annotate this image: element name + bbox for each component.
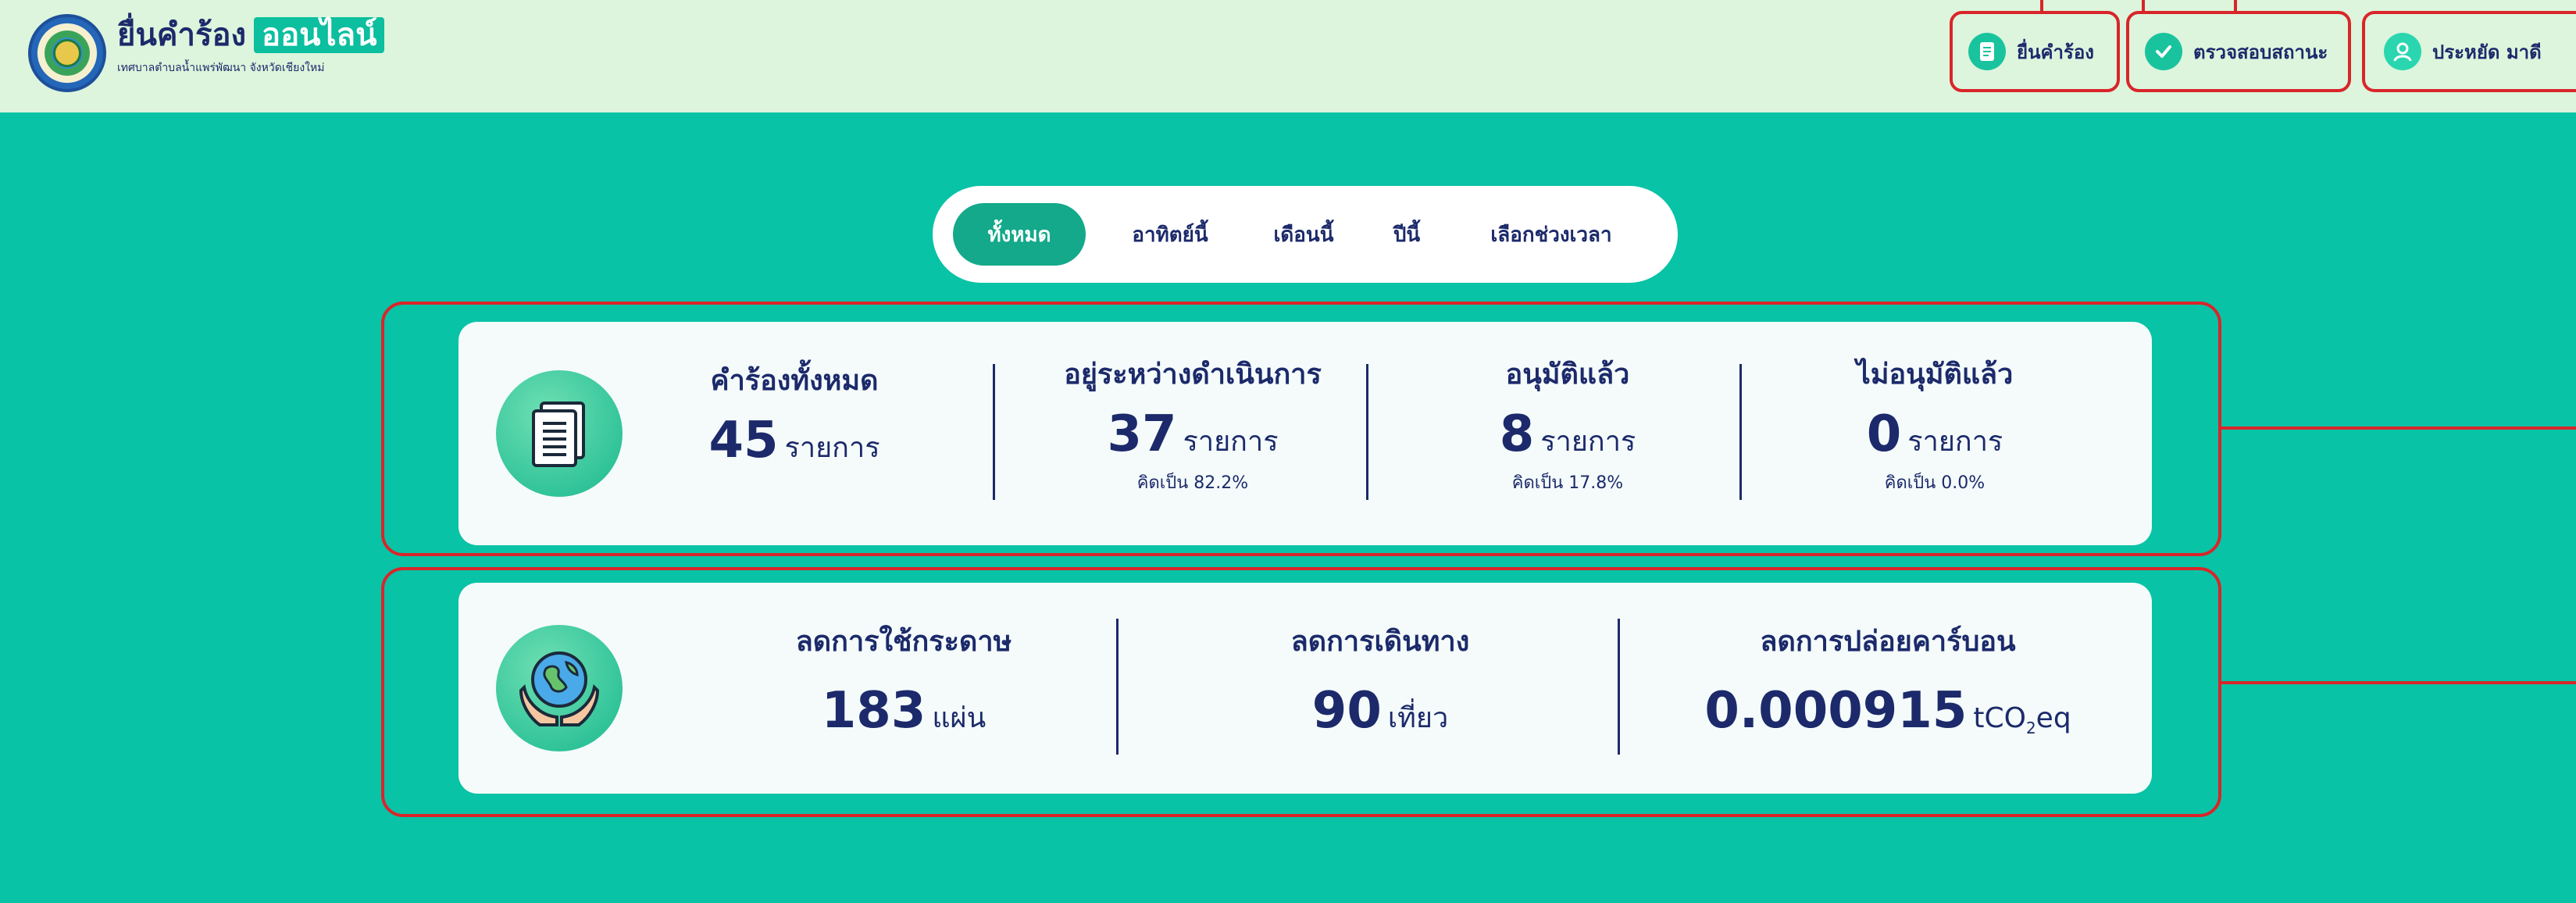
stat-divider <box>1366 364 1368 500</box>
stat-value: 8 <box>1499 405 1535 463</box>
stat-label: อนุมัติแล้ว <box>1505 359 1630 391</box>
stat-paper-reduction: ลดการใช้กระดาษ 183 แผ่น <box>724 623 1083 750</box>
stat-approved: อนุมัติแล้ว 8 รายการ คิดเป็น 17.8% <box>1411 356 1724 494</box>
stat-unit: แผ่น <box>932 702 987 734</box>
stat-divider <box>1116 619 1119 755</box>
environment-impact-card: ลดการใช้กระดาษ 183 แผ่น ลดการเดินทาง 90 เท… <box>458 583 2152 794</box>
stat-unit: รายการ <box>1183 426 1279 458</box>
annotation-connector <box>2221 427 2576 430</box>
annotation-connector <box>2142 0 2145 12</box>
stat-not-approved: ไม่อนุมัติแล้ว 0 รายการ คิดเป็น 0.0% <box>1771 356 2099 494</box>
stat-unit: รายการ <box>1540 426 1636 458</box>
stat-percent: คิดเป็น 0.0% <box>1884 473 1986 493</box>
stat-label: ลดการใช้กระดาษ <box>795 626 1012 658</box>
filter-custom-range[interactable]: เลือกช่วงเวลา <box>1465 203 1637 266</box>
stat-value: 0 <box>1866 405 1902 463</box>
unit-subscript: 2 <box>2025 719 2036 738</box>
stat-in-progress: อยู่ระหว่างดำเนินการ 37 รายการ คิดเป็น 82… <box>1021 356 1365 494</box>
stat-unit: เที่ยว <box>1387 702 1449 734</box>
brand-title-text: ยื่นคำร้อง <box>117 17 247 53</box>
stat-value: 45 <box>708 412 779 469</box>
document-icon <box>1968 33 2006 70</box>
stat-divider <box>1618 619 1620 755</box>
stat-percent: คิดเป็น 17.8% <box>1511 473 1624 493</box>
brand-title[interactable]: ยื่นคำร้อง ออนไลน์ <box>117 14 385 56</box>
requests-summary-card: คำร้องทั้งหมด 45 รายการ อยู่ระหว่างดำเนิน… <box>458 322 2152 545</box>
stat-percent: คิดเป็น 82.2% <box>1136 473 1249 493</box>
annotation-connector <box>2234 0 2237 12</box>
check-icon <box>2145 33 2182 70</box>
stat-travel-reduction: ลดการเดินทาง 90 เที่ยว <box>1208 623 1552 750</box>
stat-value: 90 <box>1311 682 1382 740</box>
filter-this-year[interactable]: ปีนี้ <box>1372 203 1442 266</box>
annotation-connector <box>2221 681 2576 684</box>
stat-carbon-reduction: ลดการปล่อยคาร์บอน 0.000915 tCO2eq <box>1677 623 2099 759</box>
user-icon <box>2384 33 2421 70</box>
unit-prefix: tCO <box>1973 702 2026 734</box>
filter-all[interactable]: ทั้งหมด <box>953 203 1086 266</box>
brand-title-highlight: ออนไลน์ <box>254 17 385 53</box>
filter-this-month[interactable]: เดือนนี้ <box>1253 203 1354 266</box>
annotation-connector <box>2040 0 2043 12</box>
stat-label: อยู่ระหว่างดำเนินการ <box>1064 359 1322 391</box>
stat-label: ลดการเดินทาง <box>1290 626 1470 658</box>
submit-request-button[interactable]: ยื่นคำร้อง <box>1968 28 2094 75</box>
stat-total-requests: คำร้องทั้งหมด 45 รายการ <box>662 362 927 480</box>
unit-suffix: eq <box>2035 702 2071 734</box>
user-name: ประหยัด มาดี <box>2432 41 2542 63</box>
stat-value: 183 <box>821 682 926 740</box>
check-status-label: ตรวจสอบสถานะ <box>2193 41 2328 63</box>
globe-hands-icon <box>496 625 623 751</box>
stat-value: 37 <box>1107 405 1177 463</box>
top-header: ยื่นคำร้อง ออนไลน์ เทศบาลตำบลน้ำแพร่พัฒนา… <box>0 0 2576 112</box>
stat-divider <box>993 364 995 500</box>
filter-this-week[interactable]: อาทิตย์นี้ <box>1109 203 1231 266</box>
stat-unit: รายการ <box>1907 426 2003 458</box>
brand-subtitle: เทศบาลตำบลน้ำแพร่พัฒนา จังหวัดเชียงใหม่ <box>117 62 325 74</box>
user-profile-button[interactable]: ประหยัด มาดี <box>2384 28 2542 75</box>
stat-label: ไม่อนุมัติแล้ว <box>1856 359 2014 391</box>
stat-unit: รายการ <box>784 432 880 464</box>
document-icon <box>496 370 623 497</box>
stat-label: คำร้องทั้งหมด <box>710 365 879 397</box>
check-status-button[interactable]: ตรวจสอบสถานะ <box>2145 28 2328 75</box>
municipality-seal-logo <box>28 14 106 92</box>
submit-request-label: ยื่นคำร้อง <box>2017 41 2095 63</box>
stat-value: 0.000915 <box>1704 682 1968 740</box>
stat-divider <box>1739 364 1742 500</box>
stat-unit: tCO2eq <box>1973 702 2071 738</box>
date-filter-bar: ทั้งหมด อาทิตย์นี้ เดือนนี้ ปีนี้ เลือกช… <box>933 186 1678 283</box>
stat-label: ลดการปล่อยคาร์บอน <box>1760 626 2016 658</box>
